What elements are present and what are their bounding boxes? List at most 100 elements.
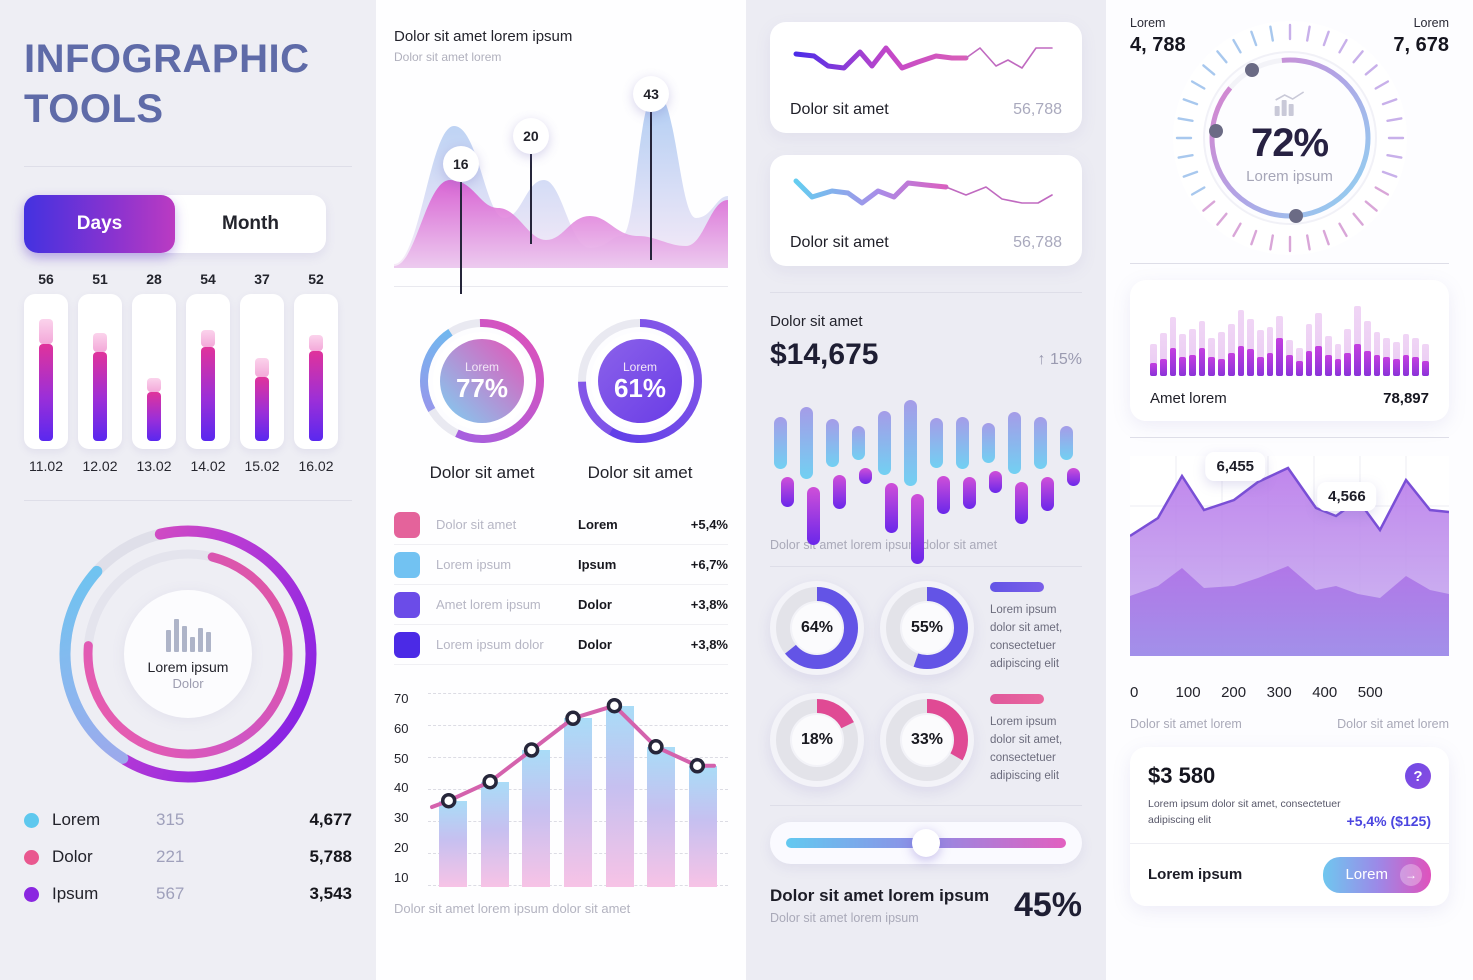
peaks-area-chart: 16 20 43: [394, 68, 728, 294]
marker-bubble: 20: [512, 118, 549, 154]
column-infographic-tools: INFOGRAPHIC TOOLS Days Month 56 11.02 51 12…: [0, 0, 376, 980]
area-marker[interactable]: 43: [633, 76, 670, 260]
spark-bar: [1363, 320, 1371, 376]
days-month-toggle[interactable]: Days Month: [24, 195, 326, 253]
area-marker[interactable]: 16: [442, 146, 479, 294]
spark-bar-fill: [1334, 358, 1342, 376]
legend-row[interactable]: Dolor 221 5,788: [24, 847, 352, 867]
spark-bar: [1237, 309, 1245, 376]
bar-cell[interactable]: 52 16.02: [294, 271, 338, 474]
row-change: +3,8%: [690, 597, 728, 612]
price-desc: Lorem ipsum dolor sit amet, consectetuer…: [1148, 798, 1341, 826]
gauge-33[interactable]: 33%: [880, 693, 974, 787]
bar-cell[interactable]: 28 13.02: [132, 271, 176, 474]
row-name: Lorem ipsum: [436, 557, 512, 572]
spark-bar: [1188, 328, 1196, 376]
float-bar-top: [1008, 412, 1021, 474]
combo-point: [440, 792, 457, 809]
table-row[interactable]: Amet lorem ipsum Dolor +3,8%: [394, 585, 728, 625]
gauge-note-1-text: Lorem ipsum dolor sit amet, consectetuer…: [990, 604, 1063, 670]
float-bar-bottom: [963, 477, 976, 509]
table-row[interactable]: Dolor sit amet Lorem +5,4%: [394, 505, 728, 545]
spark-bar-fill: [1218, 358, 1225, 376]
toggle-days[interactable]: Days: [24, 195, 175, 253]
bar-cell[interactable]: 54 14.02: [186, 271, 230, 474]
ring-center: Lorem ipsum Dolor: [124, 590, 252, 718]
slider-knob[interactable]: [912, 829, 940, 857]
combo-y-axis: 10 20 30 40 50 60 70: [394, 691, 428, 887]
gauge-18[interactable]: 18%: [770, 693, 864, 787]
spark-bar-fill: [1402, 355, 1410, 376]
combo-chart: 10 20 30 40 50 60 70: [394, 691, 728, 887]
area4-tooltip: 4,566: [1317, 482, 1377, 511]
sparkline-card-2[interactable]: Dolor sit amet 56,788: [770, 155, 1082, 266]
row-change: +3,8%: [690, 637, 728, 652]
area-chart-subtitle: Dolor sit amet lorem: [394, 50, 502, 64]
spark-bar-fill: [1315, 345, 1323, 376]
row-category: Dolor: [578, 637, 612, 652]
y-tick: 20: [394, 840, 409, 856]
spark-bars-card[interactable]: Amet lorem 78,897: [1130, 280, 1449, 421]
toggle-month[interactable]: Month: [175, 195, 326, 253]
float-bar-bottom: [989, 471, 1002, 493]
spark-card-label: Amet lorem: [1150, 390, 1227, 407]
y-tick: 70: [394, 691, 409, 706]
cta-button[interactable]: Lorem →: [1323, 856, 1431, 893]
bar-track: [132, 294, 176, 449]
divider: [770, 805, 1082, 806]
area4-x-axis: 0 100 200 300 400 500: [1130, 684, 1449, 701]
x-tick: 300: [1266, 684, 1292, 701]
marker-bubble: 43: [633, 76, 670, 112]
spark-bar-fill: [1276, 338, 1284, 376]
bar-track: [186, 294, 230, 449]
gauge-55-value: 55%: [902, 603, 952, 653]
combo-point: [565, 710, 581, 727]
spark-bar-fill: [1305, 351, 1313, 376]
legend-pill-purple: [990, 582, 1044, 593]
sparkline-2: [793, 178, 1053, 206]
help-icon[interactable]: ?: [1405, 763, 1431, 789]
price-amount: $3 580: [1148, 763, 1216, 788]
gauge-row-1: 64% 55% Lorem ipsum dolor sit amet, cons…: [770, 581, 1082, 675]
legend-row[interactable]: Lorem 315 4,677: [24, 810, 352, 830]
gauge-55[interactable]: 55%: [880, 581, 974, 675]
spark-bar: [1402, 334, 1410, 376]
combo-point: [523, 742, 540, 758]
y-tick: 60: [394, 720, 409, 736]
bar-cell[interactable]: 56 11.02: [24, 271, 68, 474]
table-row[interactable]: Lorem ipsum Ipsum +6,7%: [394, 545, 728, 585]
sparkline-card-1[interactable]: Dolor sit amet 56,788: [770, 22, 1082, 133]
float-bar-top: [1034, 417, 1047, 469]
bar-cap: [255, 357, 269, 377]
spark-bar-fill: [1295, 360, 1303, 376]
divider: [24, 500, 352, 501]
bar-value: 37: [254, 271, 270, 287]
spark-bar: [1198, 320, 1206, 376]
bar-value: 52: [308, 271, 324, 287]
spark-bar: [1247, 319, 1254, 376]
ring-1-core: Lorem 77%: [440, 339, 524, 423]
area-marker[interactable]: 20: [512, 118, 549, 244]
bottom-stat: Dolor sit amet lorem ipsum Dolor sit ame…: [770, 886, 1082, 925]
bar-cell[interactable]: 51 12.02: [78, 271, 122, 474]
ring-center-sub: Dolor: [172, 675, 204, 691]
page-title: INFOGRAPHIC TOOLS: [24, 37, 310, 131]
spark-bar: [1169, 317, 1177, 376]
marker-stem: [650, 112, 653, 260]
spark-bar: [1315, 313, 1323, 376]
divider: [1130, 437, 1449, 438]
bar-cell[interactable]: 37 15.02: [240, 271, 284, 474]
gauge-64[interactable]: 64%: [770, 581, 864, 675]
legend-row[interactable]: Ipsum 567 3,543: [24, 884, 352, 904]
spark-bar: [1334, 343, 1342, 376]
bar-chart-icon: [165, 618, 211, 652]
float-bar-top: [852, 426, 865, 460]
row-category: Dolor: [578, 597, 612, 612]
range-slider[interactable]: [770, 822, 1082, 864]
main-dial-gauge: 72% Lorem ipsum: [1165, 13, 1415, 263]
table-row[interactable]: Lorem ipsum dolor Dolor +3,8%: [394, 625, 728, 665]
card-2-value: 56,788: [1013, 234, 1062, 251]
gauge-note-2: Lorem ipsum dolor sit amet, consectetuer…: [990, 694, 1082, 785]
ring-2-percent: 61%: [613, 372, 667, 403]
price-card[interactable]: $3 580 ? Lorem ipsum dolor sit amet, con…: [1130, 747, 1449, 906]
